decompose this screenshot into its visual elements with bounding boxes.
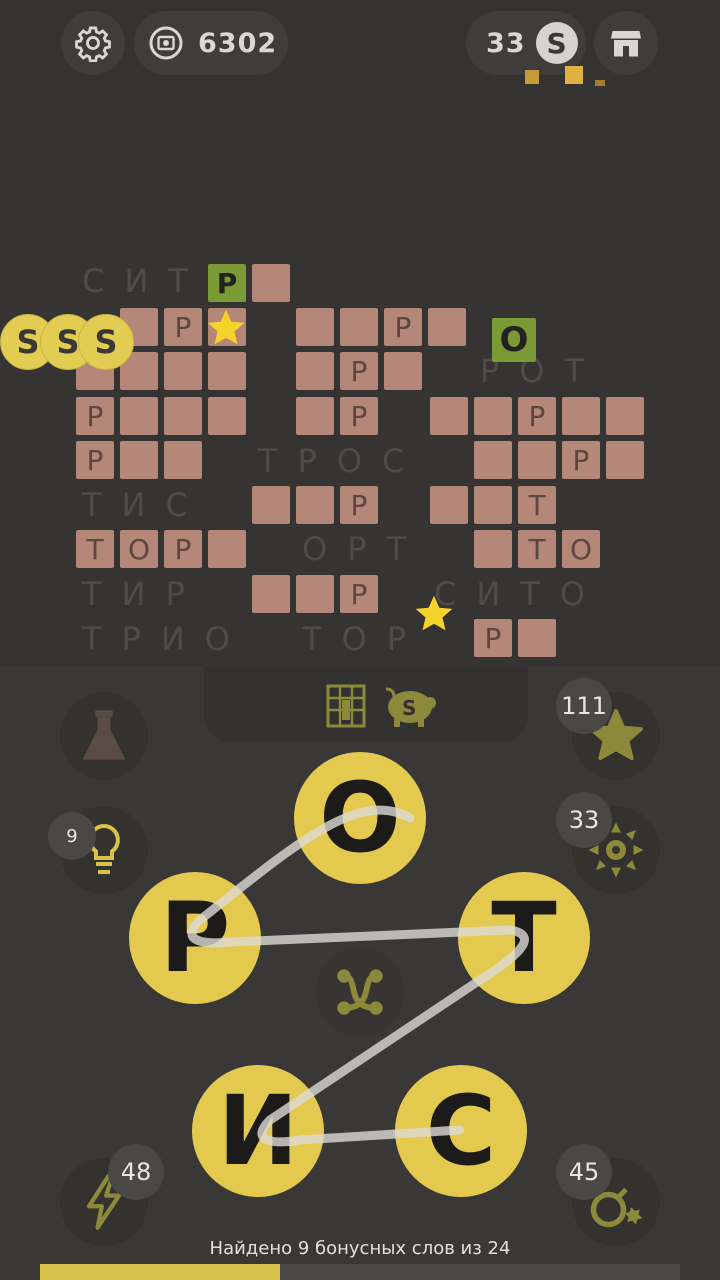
grid-cell: Р (562, 441, 600, 479)
star-icon (415, 595, 453, 631)
grid-cell: Р (340, 397, 378, 435)
grid-cell: Р (340, 575, 378, 613)
stars-count-badge: 111 (556, 678, 612, 734)
burst-count-badge: 33 (556, 792, 612, 848)
grid-cell: Р (340, 486, 378, 524)
grid-cell (208, 397, 246, 435)
grid-cell: О (562, 530, 600, 568)
coin-balance[interactable]: 6302 (134, 11, 288, 75)
bonus-progress-bar (40, 1264, 680, 1280)
flask-icon (82, 710, 126, 760)
ghost-word: ТРИО (82, 620, 250, 658)
gear-icon (75, 26, 111, 62)
piggy-bank-icon[interactable]: S (380, 680, 440, 730)
grid-cell (252, 575, 290, 613)
grid-cell (430, 486, 468, 524)
lightning-count-badge: 48 (108, 1144, 164, 1200)
grid-cell: Р (340, 352, 378, 390)
ghost-word: ОРТ (302, 530, 427, 568)
bonus-progress-fill (40, 1264, 280, 1280)
grid-cell (296, 397, 334, 435)
hint-count-badge: 9 (48, 812, 96, 860)
grid-cell: Р (474, 619, 512, 657)
star-icon (207, 309, 245, 345)
settings-button[interactable] (61, 11, 125, 75)
grid-cell (340, 308, 378, 346)
grid-cell (252, 264, 290, 302)
grid-cell (562, 397, 600, 435)
grid-cell: Т (518, 486, 556, 524)
grid-cell (518, 619, 556, 657)
grid-cell (252, 486, 290, 524)
grid-cell (384, 352, 422, 390)
ghost-word: ТОР (302, 620, 427, 658)
found-cell: О (492, 318, 536, 362)
grid-cell: Р (518, 397, 556, 435)
wheel-letter[interactable]: С (395, 1065, 527, 1197)
ghost-word: ТИС (82, 486, 208, 524)
ghost-word: ТРОС (258, 442, 425, 480)
shuffle-button[interactable] (316, 948, 404, 1036)
potion-button[interactable] (60, 692, 148, 780)
grid-cell (208, 530, 246, 568)
grid-cell (120, 397, 158, 435)
grid-cell (518, 441, 556, 479)
ghost-word: ТИР (82, 575, 205, 613)
coins-value: 6302 (198, 27, 278, 59)
grid-cell (606, 441, 644, 479)
grid-cell (428, 308, 466, 346)
ghost-word: СИТО (434, 575, 606, 613)
grid-cell (296, 486, 334, 524)
flying-coin: S (78, 314, 134, 370)
bonus-words-status: Найдено 9 бонусных слов из 24 (209, 1238, 511, 1259)
grid-cell (430, 397, 468, 435)
grid-cell (474, 397, 512, 435)
grid-cell: О (120, 530, 158, 568)
grid-cell: Р (164, 530, 202, 568)
grid-cell: Т (76, 530, 114, 568)
grid-cell (474, 530, 512, 568)
grid-cell (120, 441, 158, 479)
found-cell: Р (208, 264, 246, 302)
coins-icon (149, 26, 183, 60)
wheel-letter[interactable]: Т (458, 872, 590, 1004)
grid-cell (296, 575, 334, 613)
grid-cell: Т (518, 530, 556, 568)
grid-cell (208, 352, 246, 390)
grid-cell: Р (76, 441, 114, 479)
shuffle-icon (337, 969, 383, 1015)
wheel-letter[interactable]: Р (129, 872, 261, 1004)
grid-cell (296, 352, 334, 390)
wheel-letter[interactable]: И (192, 1065, 324, 1197)
grid-cell (164, 441, 202, 479)
bomb-count-badge: 45 (556, 1144, 612, 1200)
grid-cell: Р (164, 308, 202, 346)
grid-cell (606, 397, 644, 435)
grid-cell (164, 397, 202, 435)
grid-cell (296, 308, 334, 346)
grid-icon[interactable] (322, 682, 370, 730)
grid-cell (164, 352, 202, 390)
svg-text:S: S (402, 696, 416, 720)
grid-cell: Р (76, 397, 114, 435)
grid-cell (474, 486, 512, 524)
wheel-letter[interactable]: О (294, 752, 426, 884)
grid-cell: Р (384, 308, 422, 346)
grid-cell (474, 441, 512, 479)
